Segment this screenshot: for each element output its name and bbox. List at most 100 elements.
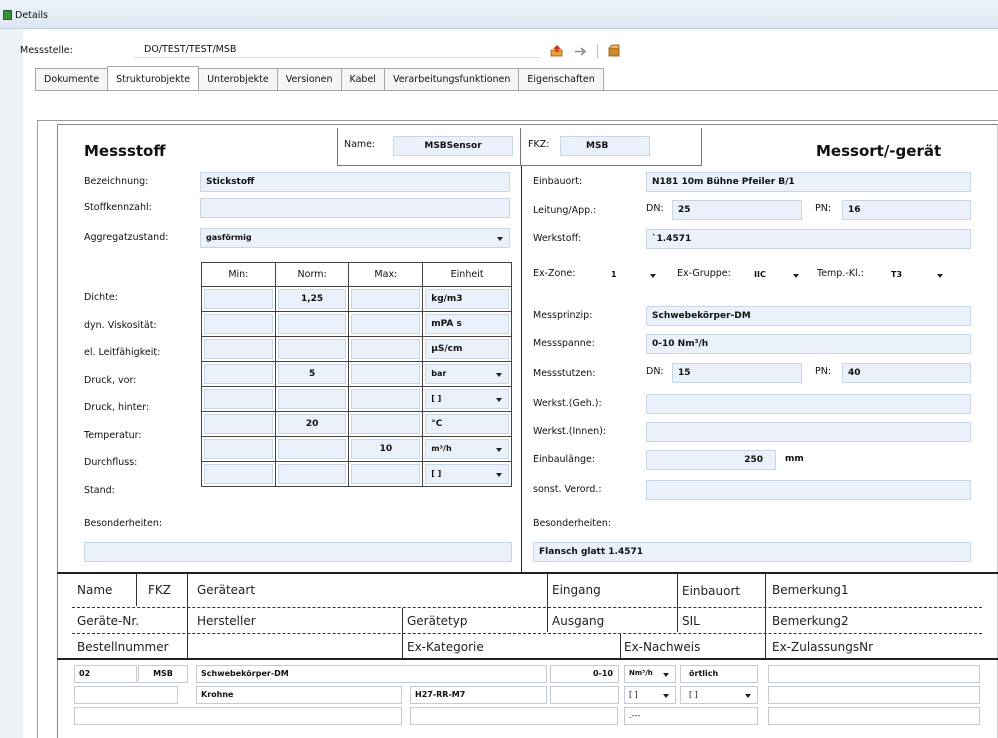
unit-field[interactable]: mPA s bbox=[425, 314, 509, 334]
device-bemerkung1-field[interactable] bbox=[768, 665, 980, 683]
messstoff-values-table: Min: Norm: Max: Einheit 1,25 kg/m3 mPA s µS… bbox=[201, 262, 512, 487]
messspanne-field[interactable]: 0-10 Nm³/h bbox=[646, 334, 971, 354]
tab-strukturobjekte[interactable]: Strukturobjekte bbox=[107, 66, 200, 90]
messprinzip-field[interactable]: Schwebekörper-DM bbox=[646, 306, 971, 326]
left-besonderheiten-field[interactable] bbox=[84, 542, 512, 562]
max-cell bbox=[348, 286, 424, 312]
device-bemerkung2-field[interactable] bbox=[768, 686, 980, 704]
norm-field[interactable] bbox=[277, 314, 347, 334]
min-field[interactable] bbox=[204, 464, 273, 484]
value-row: 20 °C bbox=[201, 411, 512, 437]
tab-versionen[interactable]: Versionen bbox=[276, 68, 342, 90]
norm-field[interactable] bbox=[277, 464, 347, 484]
unit-cell: kg/m3 bbox=[422, 286, 512, 312]
einbaulaenge-field[interactable]: 250 bbox=[646, 450, 776, 470]
bezeichnung-field[interactable]: Stickstoff bbox=[200, 172, 510, 192]
leitung-pn-field[interactable]: 16 bbox=[842, 200, 971, 220]
name-field[interactable]: MSBSensor bbox=[393, 136, 513, 156]
device-eingang-field[interactable]: 0-10 bbox=[550, 665, 619, 683]
stoffkennzahl-field[interactable] bbox=[200, 198, 510, 218]
max-field[interactable] bbox=[351, 289, 421, 309]
max-field[interactable]: 10 bbox=[351, 439, 421, 459]
max-field[interactable] bbox=[351, 464, 421, 484]
title-bar bbox=[0, 0, 998, 29]
werkstgeh-field[interactable] bbox=[646, 394, 971, 414]
min-cell bbox=[201, 436, 276, 462]
max-field[interactable] bbox=[351, 414, 421, 434]
device-exzulassung-field[interactable] bbox=[768, 707, 980, 725]
export-icon[interactable] bbox=[550, 44, 564, 57]
unit-field[interactable]: µS/cm bbox=[425, 339, 509, 359]
device-exkategorie-field[interactable] bbox=[410, 707, 618, 725]
min-field[interactable] bbox=[204, 364, 273, 384]
norm-field[interactable]: 1,25 bbox=[277, 289, 347, 309]
leitung-dn-field[interactable]: 25 bbox=[672, 200, 802, 220]
exgruppe-dropdown[interactable]: IIC bbox=[748, 265, 806, 285]
tempkl-dropdown[interactable]: T3 bbox=[885, 265, 950, 285]
device-sil-dropdown[interactable]: [ ] bbox=[680, 686, 758, 704]
device-exnachweis-field[interactable]: .--- bbox=[624, 707, 758, 725]
unit-cell: [ ] bbox=[422, 386, 512, 412]
device-fkz-field[interactable]: MSB bbox=[138, 665, 188, 683]
norm-field[interactable]: 5 bbox=[277, 364, 347, 384]
norm-field[interactable]: 20 bbox=[277, 414, 347, 434]
messstutzen-dn-field[interactable]: 15 bbox=[672, 363, 802, 383]
tab-eigenschaften[interactable]: Eigenschaften bbox=[518, 68, 604, 90]
value-row: 5 bar bbox=[201, 361, 512, 387]
max-field[interactable] bbox=[351, 389, 421, 409]
max-field[interactable] bbox=[351, 314, 421, 334]
device-name-field[interactable]: 02 bbox=[74, 665, 137, 683]
min-field[interactable] bbox=[204, 339, 273, 359]
value-row: [ ] bbox=[201, 386, 512, 412]
messstelle-value[interactable]: DO/TEST/TEST/MSB bbox=[144, 44, 236, 55]
max-field[interactable] bbox=[351, 364, 421, 384]
fkz-field[interactable]: MSB bbox=[560, 136, 650, 156]
unit-field[interactable]: m³/h bbox=[425, 439, 509, 459]
tab-kabel[interactable]: Kabel bbox=[340, 68, 385, 90]
package-icon[interactable] bbox=[607, 44, 621, 57]
col-bestellnummer: Bestellnummer bbox=[77, 640, 169, 654]
exzone-dropdown[interactable]: 1 bbox=[605, 265, 663, 285]
unit-field[interactable]: [ ] bbox=[425, 464, 509, 484]
min-field[interactable] bbox=[204, 314, 273, 334]
werkstoff-field[interactable]: `1.4571 bbox=[646, 229, 971, 249]
min-field[interactable] bbox=[204, 439, 273, 459]
device-einbauort-field[interactable]: örtlich bbox=[680, 665, 758, 683]
device-geraeteart-field[interactable]: Schwebekörper-DM bbox=[196, 665, 547, 683]
max-field[interactable] bbox=[351, 339, 421, 359]
device-ausgang-field[interactable] bbox=[550, 686, 619, 704]
arrow-right-icon[interactable] bbox=[574, 45, 588, 58]
row-label: dyn. Viskosität: bbox=[84, 319, 157, 331]
tempkl-label: Temp.-Kl.: bbox=[817, 268, 864, 279]
device-geraetenr-field[interactable] bbox=[74, 686, 178, 704]
device-bestellnummer-field[interactable] bbox=[74, 707, 402, 725]
unit-field[interactable]: °C bbox=[425, 414, 509, 434]
norm-field[interactable] bbox=[277, 439, 347, 459]
device-hersteller-field[interactable]: Krohne bbox=[196, 686, 402, 704]
right-besonderheiten-field[interactable]: Flansch glatt 1.4571 bbox=[533, 542, 971, 562]
tab-verarbeitungsfunktionen[interactable]: Verarbeitungsfunktionen bbox=[383, 68, 520, 90]
tab-underline bbox=[35, 90, 998, 91]
aggregatzustand-dropdown[interactable]: gasförmig bbox=[200, 228, 510, 248]
norm-cell bbox=[274, 436, 350, 462]
sonst-verord-field[interactable] bbox=[646, 480, 971, 500]
tab-unterobjekte[interactable]: Unterobjekte bbox=[198, 68, 278, 90]
unit-field[interactable]: kg/m3 bbox=[425, 289, 509, 309]
min-field[interactable] bbox=[204, 414, 273, 434]
unit-field[interactable]: [ ] bbox=[425, 389, 509, 409]
device-eingang-unit-dropdown[interactable]: Nm³/h bbox=[624, 665, 676, 683]
unit-field[interactable]: bar bbox=[425, 364, 509, 384]
werkstinnen-field[interactable] bbox=[646, 422, 971, 442]
einbauort-field[interactable]: N181 10m Bühne Pfeiler B/1 bbox=[646, 172, 971, 192]
min-field[interactable] bbox=[204, 289, 273, 309]
device-geraetetyp-field[interactable]: H27-RR-M7 bbox=[410, 686, 547, 704]
min-field[interactable] bbox=[204, 389, 273, 409]
messstutzen-pn-field[interactable]: 40 bbox=[842, 363, 971, 383]
norm-field[interactable] bbox=[277, 339, 347, 359]
einbauort-label: Einbauort: bbox=[533, 176, 583, 187]
norm-field[interactable] bbox=[277, 389, 347, 409]
min-cell bbox=[201, 411, 276, 437]
col-exnachweis: Ex-Nachweis bbox=[624, 640, 701, 654]
tab-dokumente[interactable]: Dokumente bbox=[35, 68, 109, 90]
device-ausgang-unit-dropdown[interactable]: [ ] bbox=[624, 686, 676, 704]
